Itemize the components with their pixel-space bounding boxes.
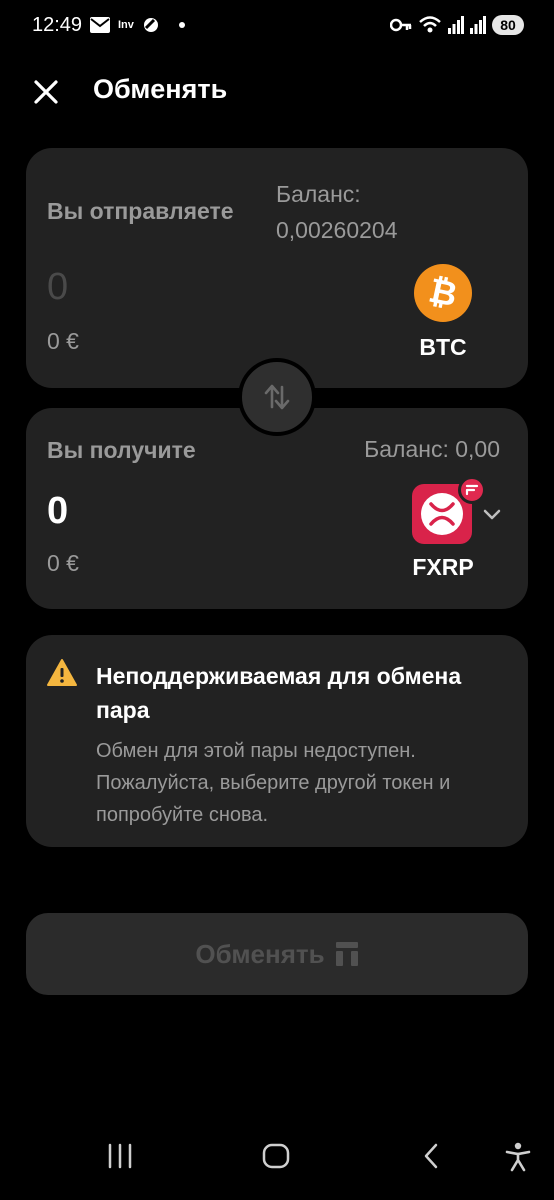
recents-icon[interactable]: [106, 1142, 134, 1170]
flare-badge-icon: [458, 476, 486, 504]
signal-icon: [470, 16, 486, 34]
chevron-down-icon[interactable]: [482, 508, 502, 522]
exchange-button-label: Обменять: [195, 938, 325, 969]
send-balance-label: Баланс:: [276, 181, 361, 207]
status-time: 12:49: [32, 14, 83, 36]
send-balance: Баланс: 0,00260204: [276, 176, 398, 248]
warning-icon: [47, 659, 77, 686]
receive-label: Вы получите: [47, 437, 196, 463]
warning-card: Неподдерживаемая для обмена пара Обмен д…: [26, 635, 528, 847]
mail-icon: [90, 17, 110, 33]
send-fiat-value: 0 €: [47, 328, 79, 354]
status-bar: 12:49 Inv 80: [0, 0, 554, 52]
warning-title: Неподдерживаемая для обмена пара: [96, 663, 462, 723]
receive-balance: Баланс: 0,00: [364, 436, 500, 462]
lock-icon: [335, 942, 358, 966]
send-amount-input[interactable]: 0: [47, 266, 68, 309]
status-right-icons: 80: [390, 13, 524, 37]
status-left-icons: Inv: [90, 14, 188, 36]
home-icon[interactable]: [261, 1142, 291, 1170]
send-balance-value: 0,00260204: [276, 217, 398, 243]
swap-button[interactable]: [238, 358, 316, 436]
btc-token-symbol[interactable]: BTC: [418, 334, 468, 361]
fxrp-token-symbol[interactable]: FXRP: [404, 554, 482, 581]
svg-text:₿: ₿: [425, 272, 460, 315]
wifi-icon: [419, 16, 441, 33]
send-label: Вы отправляете: [47, 198, 234, 224]
send-card: Вы отправляете Баланс: 0,00260204 0 0 € …: [26, 148, 528, 388]
dot-icon: [178, 22, 185, 28]
receive-card: Вы получите Баланс: 0,00 0 0 € FXRP: [26, 408, 528, 609]
system-nav-bar: [0, 1120, 554, 1200]
app-icon: [143, 18, 158, 32]
btc-token-icon[interactable]: ₿: [414, 264, 472, 322]
signal-icon: [448, 16, 464, 34]
swap-arrows-icon: [264, 384, 290, 410]
accessibility-icon[interactable]: [504, 1142, 532, 1172]
header: Обменять: [0, 60, 554, 120]
close-button[interactable]: [28, 74, 64, 110]
inv-icon: Inv: [118, 19, 134, 31]
close-icon: [34, 80, 58, 104]
page-title: Обменять: [93, 74, 228, 104]
receive-fiat-value: 0 €: [47, 550, 79, 576]
battery-indicator: 80: [492, 15, 524, 35]
exchange-button[interactable]: Обменять: [26, 913, 528, 995]
fxrp-token-icon[interactable]: [412, 476, 486, 544]
receive-amount: 0: [47, 490, 69, 532]
back-icon[interactable]: [420, 1142, 444, 1170]
warning-text: Обмен для этой пары недоступен. Пожалуйс…: [96, 740, 451, 826]
key-icon: [390, 18, 412, 32]
